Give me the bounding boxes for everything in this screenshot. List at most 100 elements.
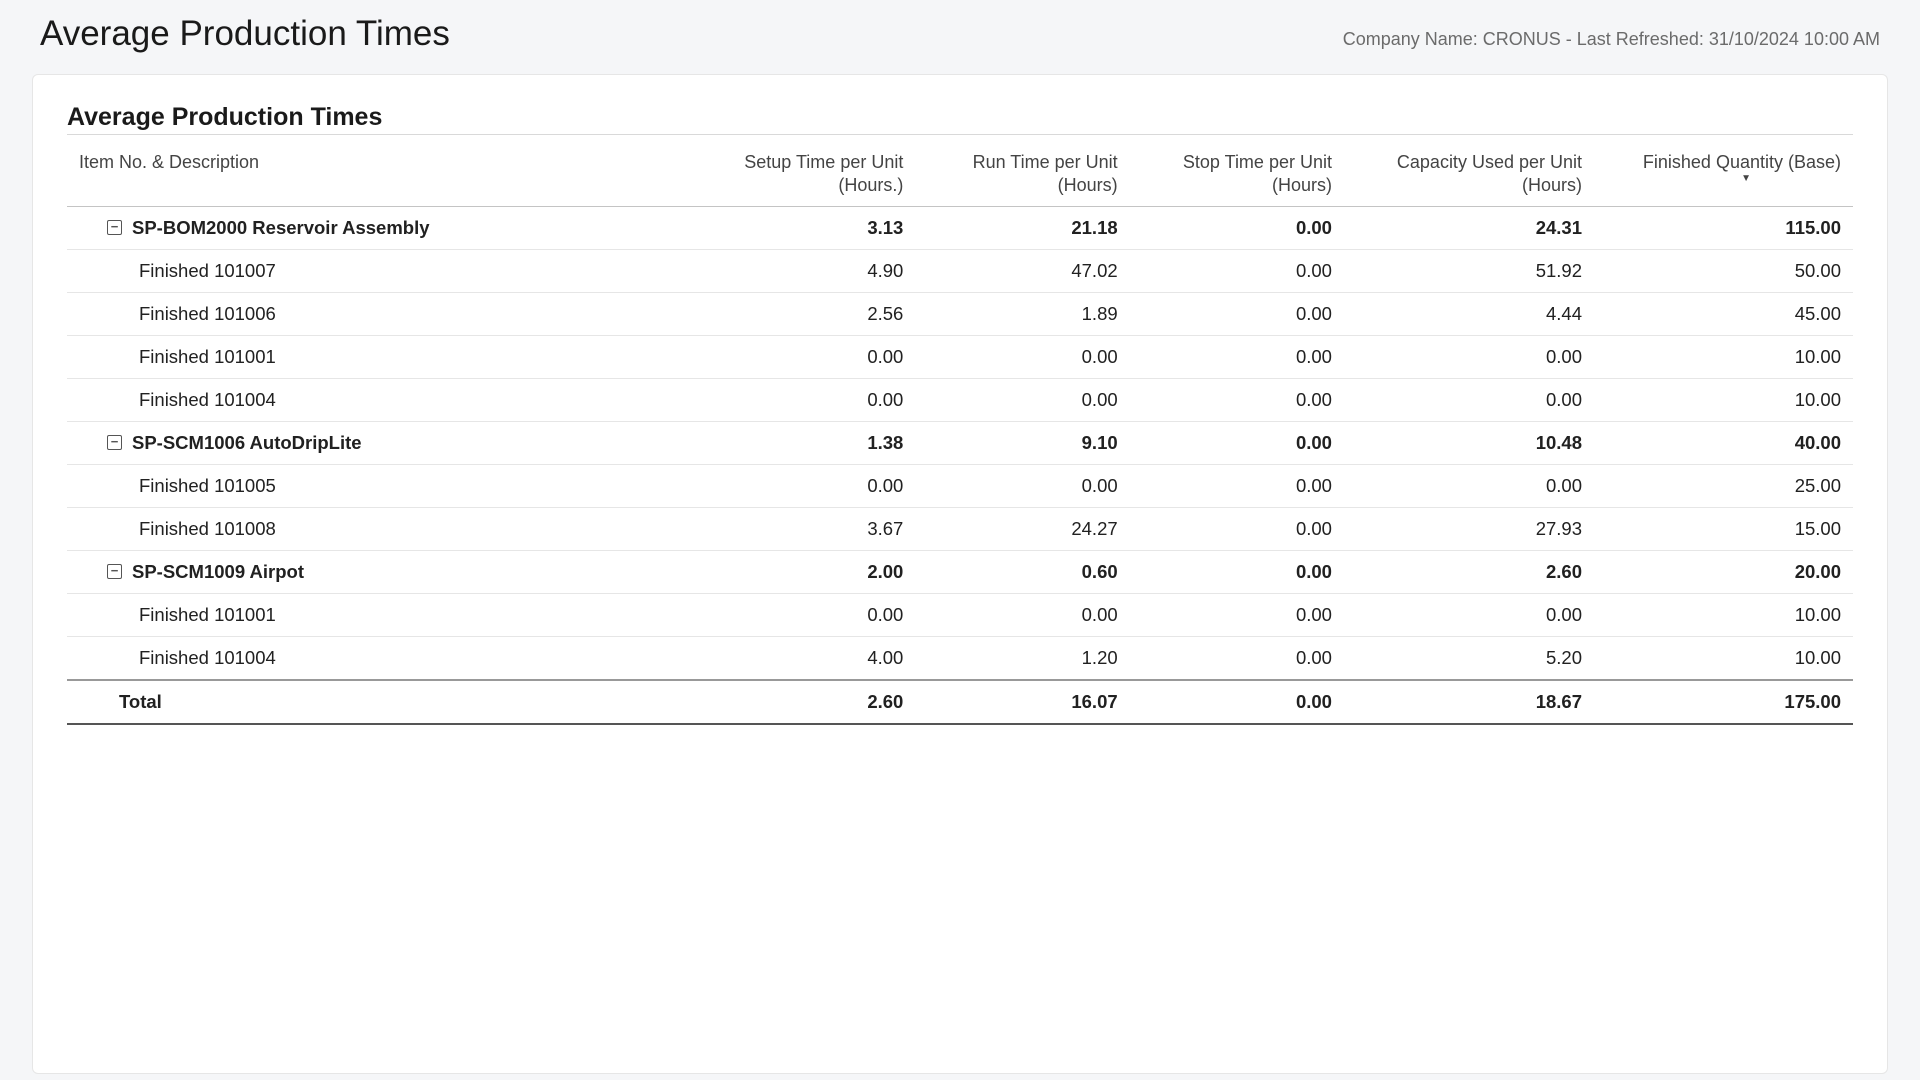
cell-stop: 0.00 [1130, 464, 1344, 507]
cell-stop: 0.00 [1130, 550, 1344, 593]
col-stop[interactable]: Stop Time per Unit (Hours) [1130, 135, 1344, 207]
cell-setup: 0.00 [674, 335, 915, 378]
cell-cap: 4.44 [1344, 292, 1594, 335]
cell-qty: 175.00 [1594, 680, 1853, 724]
cell-run: 0.00 [915, 378, 1129, 421]
cell-qty: 115.00 [1594, 206, 1853, 249]
cell-qty: 20.00 [1594, 550, 1853, 593]
cell-run: 0.00 [915, 593, 1129, 636]
col-qty-label: Finished Quantity (Base) [1643, 152, 1841, 172]
table-row[interactable]: SP-SCM1006 AutoDripLite 1.389.100.0010.48… [67, 421, 1853, 464]
cell-run: 9.10 [915, 421, 1129, 464]
row-label: Finished 101001 [79, 604, 276, 625]
col-qty[interactable]: Finished Quantity (Base) ▼ [1594, 135, 1853, 207]
cell-qty: 10.00 [1594, 636, 1853, 680]
cell-cap: 10.48 [1344, 421, 1594, 464]
cell-setup: 0.00 [674, 593, 915, 636]
collapse-icon[interactable] [107, 564, 122, 579]
cell-run: 0.00 [915, 464, 1129, 507]
cell-qty: 10.00 [1594, 335, 1853, 378]
cell-cap: 18.67 [1344, 680, 1594, 724]
cell-setup: 2.56 [674, 292, 915, 335]
cell-run: 1.89 [915, 292, 1129, 335]
cell-qty: 50.00 [1594, 249, 1853, 292]
cell-stop: 0.00 [1130, 378, 1344, 421]
row-label: Finished 101001 [79, 346, 276, 367]
col-cap[interactable]: Capacity Used per Unit (Hours) [1344, 135, 1594, 207]
table-row: Finished 1010040.000.000.000.0010.00 [67, 378, 1853, 421]
table-row: Finished 101006 2.561.890.004.4445.00 [67, 292, 1853, 335]
table-row: Finished 101004 4.001.200.005.2010.00 [67, 636, 1853, 680]
cell-cap: 24.31 [1344, 206, 1594, 249]
row-label: Finished 101006 [79, 303, 276, 324]
table-row: Total 2.6016.070.0018.67175.00 [67, 680, 1853, 724]
cell-cap: 27.93 [1344, 507, 1594, 550]
table-row[interactable]: SP-SCM1009 Airpot 2.000.600.002.6020.00 [67, 550, 1853, 593]
cell-stop: 0.00 [1130, 292, 1344, 335]
collapse-icon[interactable] [107, 435, 122, 450]
table-row: Finished 101007 4.9047.020.0051.9250.00 [67, 249, 1853, 292]
total-label: Total [79, 691, 162, 712]
cell-cap: 5.20 [1344, 636, 1594, 680]
cell-run: 1.20 [915, 636, 1129, 680]
cell-setup: 4.00 [674, 636, 915, 680]
card-title: Average Production Times [67, 103, 1853, 132]
cell-cap: 51.92 [1344, 249, 1594, 292]
cell-setup: 0.00 [674, 378, 915, 421]
cell-run: 0.60 [915, 550, 1129, 593]
cell-run: 16.07 [915, 680, 1129, 724]
group-label: SP-SCM1006 AutoDripLite [132, 432, 362, 454]
cell-stop: 0.00 [1130, 421, 1344, 464]
row-label: Finished 101004 [79, 389, 276, 410]
cell-setup: 3.67 [674, 507, 915, 550]
cell-stop: 0.00 [1130, 249, 1344, 292]
table-row: Finished 101008 3.6724.270.0027.9315.00 [67, 507, 1853, 550]
cell-qty: 40.00 [1594, 421, 1853, 464]
production-table: Item No. & Description Setup Time per Un… [67, 134, 1853, 725]
cell-qty: 15.00 [1594, 507, 1853, 550]
cell-cap: 2.60 [1344, 550, 1594, 593]
cell-setup: 2.60 [674, 680, 915, 724]
cell-cap: 0.00 [1344, 378, 1594, 421]
cell-stop: 0.00 [1130, 507, 1344, 550]
cell-stop: 0.00 [1130, 206, 1344, 249]
table-row: Finished 1010010.000.000.000.0010.00 [67, 335, 1853, 378]
group-label: SP-BOM2000 Reservoir Assembly [132, 217, 430, 239]
cell-qty: 10.00 [1594, 378, 1853, 421]
table-row[interactable]: SP-BOM2000 Reservoir Assembly3.1321.180.… [67, 206, 1853, 249]
cell-run: 21.18 [915, 206, 1129, 249]
header-row: Item No. & Description Setup Time per Un… [67, 135, 1853, 207]
cell-setup: 1.38 [674, 421, 915, 464]
cell-stop: 0.00 [1130, 680, 1344, 724]
cell-setup: 0.00 [674, 464, 915, 507]
group-label: SP-SCM1009 Airpot [132, 561, 304, 583]
sort-desc-icon: ▼ [1606, 174, 1841, 184]
cell-stop: 0.00 [1130, 636, 1344, 680]
cell-qty: 10.00 [1594, 593, 1853, 636]
col-run[interactable]: Run Time per Unit (Hours) [915, 135, 1129, 207]
table-row: Finished 1010010.000.000.000.0010.00 [67, 593, 1853, 636]
cell-cap: 0.00 [1344, 464, 1594, 507]
collapse-icon[interactable] [107, 220, 122, 235]
table-row: Finished 1010050.000.000.000.0025.00 [67, 464, 1853, 507]
col-item[interactable]: Item No. & Description [67, 135, 674, 207]
cell-stop: 0.00 [1130, 335, 1344, 378]
col-setup[interactable]: Setup Time per Unit (Hours.) [674, 135, 915, 207]
cell-qty: 45.00 [1594, 292, 1853, 335]
cell-cap: 0.00 [1344, 335, 1594, 378]
cell-run: 47.02 [915, 249, 1129, 292]
row-label: Finished 101007 [79, 260, 276, 281]
row-label: Finished 101005 [79, 475, 276, 496]
cell-cap: 0.00 [1344, 593, 1594, 636]
cell-stop: 0.00 [1130, 593, 1344, 636]
cell-qty: 25.00 [1594, 464, 1853, 507]
row-label: Finished 101004 [79, 647, 276, 668]
cell-setup: 2.00 [674, 550, 915, 593]
cell-run: 0.00 [915, 335, 1129, 378]
page-title: Average Production Times [40, 14, 450, 54]
cell-run: 24.27 [915, 507, 1129, 550]
report-card: Average Production Times Item No. & Desc… [32, 74, 1888, 1074]
row-label: Finished 101008 [79, 518, 276, 539]
page-header: Average Production Times Company Name: C… [32, 14, 1888, 54]
cell-setup: 4.90 [674, 249, 915, 292]
